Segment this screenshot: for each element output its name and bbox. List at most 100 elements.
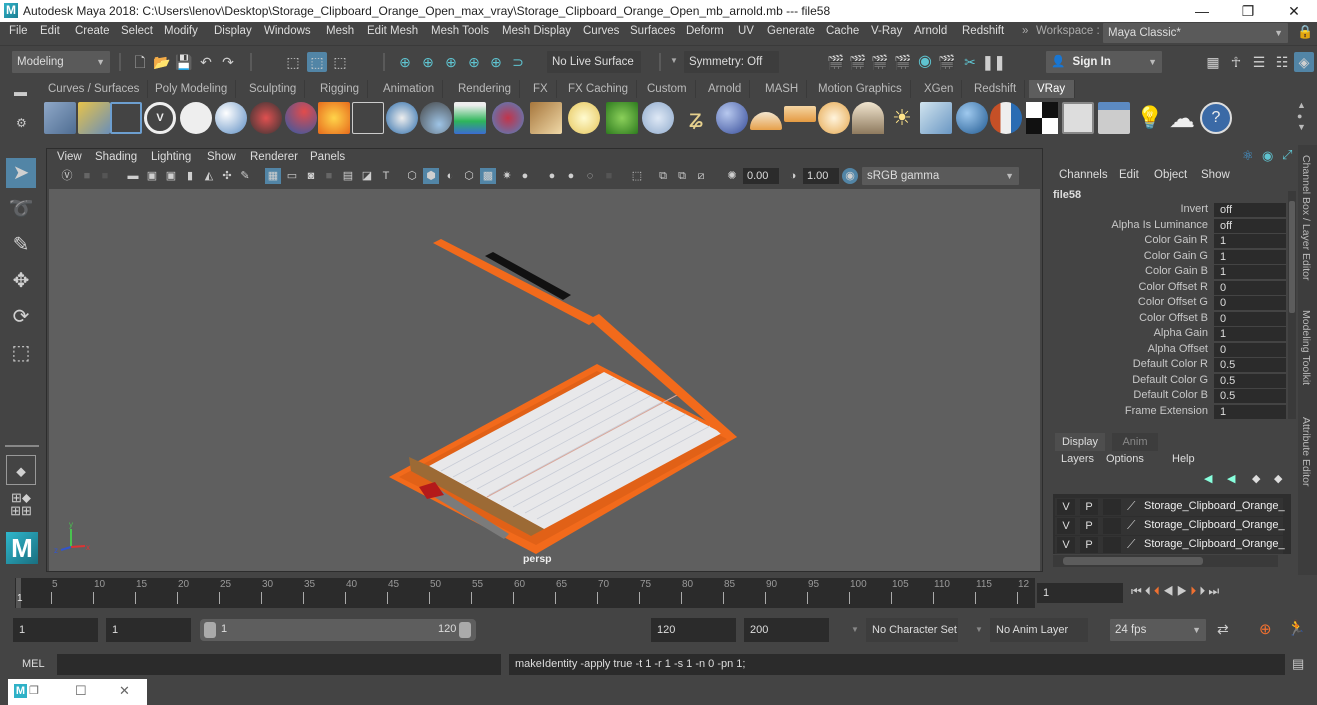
- step-back-key-icon[interactable]: ⏴: [1154, 584, 1163, 598]
- vray-clipper-icon[interactable]: [642, 102, 674, 134]
- layer-hscrollbar[interactable]: [1053, 555, 1278, 567]
- layer-row[interactable]: V P ⟋ Storage_Clipboard_Orange_: [1055, 536, 1285, 554]
- workspace-dropdown[interactable]: Maya Classic* ▼: [1103, 23, 1288, 43]
- vray-list-icon[interactable]: [110, 102, 142, 134]
- film-gate-icon[interactable]: ▭: [284, 168, 300, 184]
- use-all-lights-icon[interactable]: ✷: [499, 168, 515, 184]
- shelf-tab-fx-caching[interactable]: FX Caching: [560, 80, 638, 98]
- node-editor-icon[interactable]: ⚛: [1242, 148, 1254, 164]
- range-end-handle[interactable]: [459, 622, 471, 638]
- undo-icon[interactable]: ↶: [196, 52, 216, 72]
- symmetry-field[interactable]: Symmetry: Off: [684, 51, 779, 73]
- snap-view-plane-icon[interactable]: ⊕: [464, 52, 484, 72]
- go-to-start-icon[interactable]: ⏮: [1131, 584, 1145, 598]
- layout-four-icon[interactable]: ⊞⬥ ⊞⊞: [6, 491, 36, 521]
- menu-file[interactable]: File: [9, 25, 28, 37]
- move-tool-icon[interactable]: ✥: [6, 266, 36, 296]
- chevron-down-icon[interactable]: ▼: [851, 625, 859, 634]
- snap-curve-icon[interactable]: ⊕: [418, 52, 438, 72]
- menu-create[interactable]: Create: [75, 25, 110, 37]
- gate-mask-icon[interactable]: ■: [321, 168, 337, 184]
- xray-joints-icon[interactable]: ⧉: [674, 168, 690, 184]
- field-chart-icon[interactable]: ▤: [340, 168, 356, 184]
- tab-attribute-editor[interactable]: Attribute Editor: [1300, 417, 1312, 486]
- close-icon[interactable]: ✕: [119, 683, 130, 699]
- visibility-toggle[interactable]: V: [1057, 499, 1075, 515]
- scroll-thumb[interactable]: [1063, 557, 1203, 565]
- playback-toggle[interactable]: P: [1080, 537, 1098, 553]
- menu-deform[interactable]: Deform: [686, 25, 724, 37]
- smooth-shade-icon[interactable]: ⬢: [423, 168, 439, 184]
- human-ik-icon[interactable]: ☥: [1226, 52, 1246, 72]
- go-to-end-icon[interactable]: ⏭: [1208, 584, 1222, 598]
- vray-texture-icon[interactable]: [530, 102, 562, 134]
- options-menu[interactable]: Options: [1106, 453, 1144, 465]
- viewport-menu-shading[interactable]: Shading: [95, 151, 137, 163]
- attribute-value[interactable]: 1: [1214, 404, 1286, 419]
- render-view-icon[interactable]: 🎬: [826, 52, 846, 72]
- vray-toggle-icon[interactable]: Ⓥ: [59, 168, 75, 184]
- attribute-value[interactable]: 1: [1214, 327, 1286, 341]
- vray-mesh-icon[interactable]: [420, 102, 452, 134]
- scroll-thumb[interactable]: [1289, 201, 1295, 313]
- shelf-settings-icon[interactable]: ⚙: [16, 116, 27, 130]
- menu-edit[interactable]: Edit: [40, 25, 60, 37]
- snap-grid-icon[interactable]: ⊕: [395, 52, 415, 72]
- vray-fire-icon[interactable]: [318, 102, 350, 134]
- vray-vfb-icon[interactable]: [1062, 102, 1094, 134]
- vray-dome-icon[interactable]: [716, 102, 748, 134]
- redo-icon[interactable]: ↷: [218, 52, 238, 72]
- playback-start-field[interactable]: 1: [106, 618, 191, 642]
- blank-icon[interactable]: ■: [79, 168, 95, 184]
- shelf-menu-icon[interactable]: ▬: [14, 84, 27, 99]
- shelf-tab-rigging[interactable]: Rigging: [312, 80, 368, 98]
- safe-action-icon[interactable]: ◪: [359, 168, 375, 184]
- viewport-menu-renderer[interactable]: Renderer: [250, 151, 298, 163]
- camera-select-icon[interactable]: ▬: [125, 168, 141, 184]
- vray-cloud-icon[interactable]: ☁: [1166, 102, 1198, 134]
- anim-layer-field[interactable]: No Anim Layer: [990, 618, 1088, 642]
- shelf-tab-fx[interactable]: FX: [525, 80, 557, 98]
- xray-icon[interactable]: ⧉: [655, 168, 671, 184]
- render-settings-icon[interactable]: 🎬: [893, 52, 913, 72]
- vray-import-icon[interactable]: [78, 102, 110, 134]
- multisample-aa-icon[interactable]: ◌: [582, 168, 598, 184]
- menu-edit-mesh[interactable]: Edit Mesh: [367, 25, 418, 37]
- default-material-icon[interactable]: ◐: [442, 168, 458, 184]
- help-icon[interactable]: ?: [1200, 102, 1232, 134]
- select-component-icon[interactable]: ⬚: [330, 52, 350, 72]
- channel-box-icon[interactable]: ◈: [1294, 52, 1314, 72]
- character-set-field[interactable]: No Character Set: [866, 618, 958, 642]
- ipr-render-icon[interactable]: 🎬: [870, 52, 890, 72]
- tab-modeling-toolkit[interactable]: Modeling Toolkit: [1300, 310, 1312, 385]
- shelf-tab-animation[interactable]: Animation: [375, 80, 444, 98]
- restore-icon[interactable]: ❐: [29, 684, 39, 697]
- safe-title-icon[interactable]: T: [378, 168, 394, 184]
- vray-sky-icon[interactable]: [920, 102, 952, 134]
- play-forwards-icon[interactable]: ▶: [1177, 584, 1191, 598]
- move-layer-up-icon[interactable]: ◀: [1204, 472, 1212, 485]
- menu-windows[interactable]: Windows: [264, 25, 311, 37]
- textured-icon[interactable]: ▩: [480, 168, 496, 184]
- layer-row[interactable]: V P ⟋ Storage_Clipboard_Orange_: [1055, 517, 1285, 535]
- tab-display[interactable]: Display: [1055, 433, 1105, 451]
- menu-cache[interactable]: Cache: [826, 25, 859, 37]
- 3d-viewport[interactable]: z y x persp: [49, 189, 1040, 571]
- menu-curves[interactable]: Curves: [583, 25, 619, 37]
- minimized-window[interactable]: M ❐ ☐ ✕: [8, 679, 147, 705]
- move-layer-down-icon[interactable]: ◀: [1227, 472, 1235, 485]
- menu-mesh-tools[interactable]: Mesh Tools: [431, 25, 489, 37]
- menu-uv[interactable]: UV: [738, 25, 754, 37]
- vray-material-icon[interactable]: [215, 102, 247, 134]
- layer-color-icon[interactable]: ⟋: [1127, 499, 1135, 514]
- grid-icon[interactable]: ▦: [265, 168, 281, 184]
- select-tool-icon[interactable]: ➤: [6, 158, 36, 188]
- script-editor-icon[interactable]: ▤: [1292, 656, 1304, 672]
- shelf-tab-rendering[interactable]: Rendering: [450, 80, 521, 98]
- playback-toggle[interactable]: P: [1080, 518, 1098, 534]
- paint-select-tool-icon[interactable]: ✎: [6, 230, 36, 260]
- step-forward-frame-icon[interactable]: ⏵: [1199, 584, 1208, 598]
- vray-ball-icon[interactable]: [956, 102, 988, 134]
- maximize-icon[interactable]: ☐: [75, 683, 87, 699]
- vray-curve-icon[interactable]: ʑ: [680, 102, 712, 134]
